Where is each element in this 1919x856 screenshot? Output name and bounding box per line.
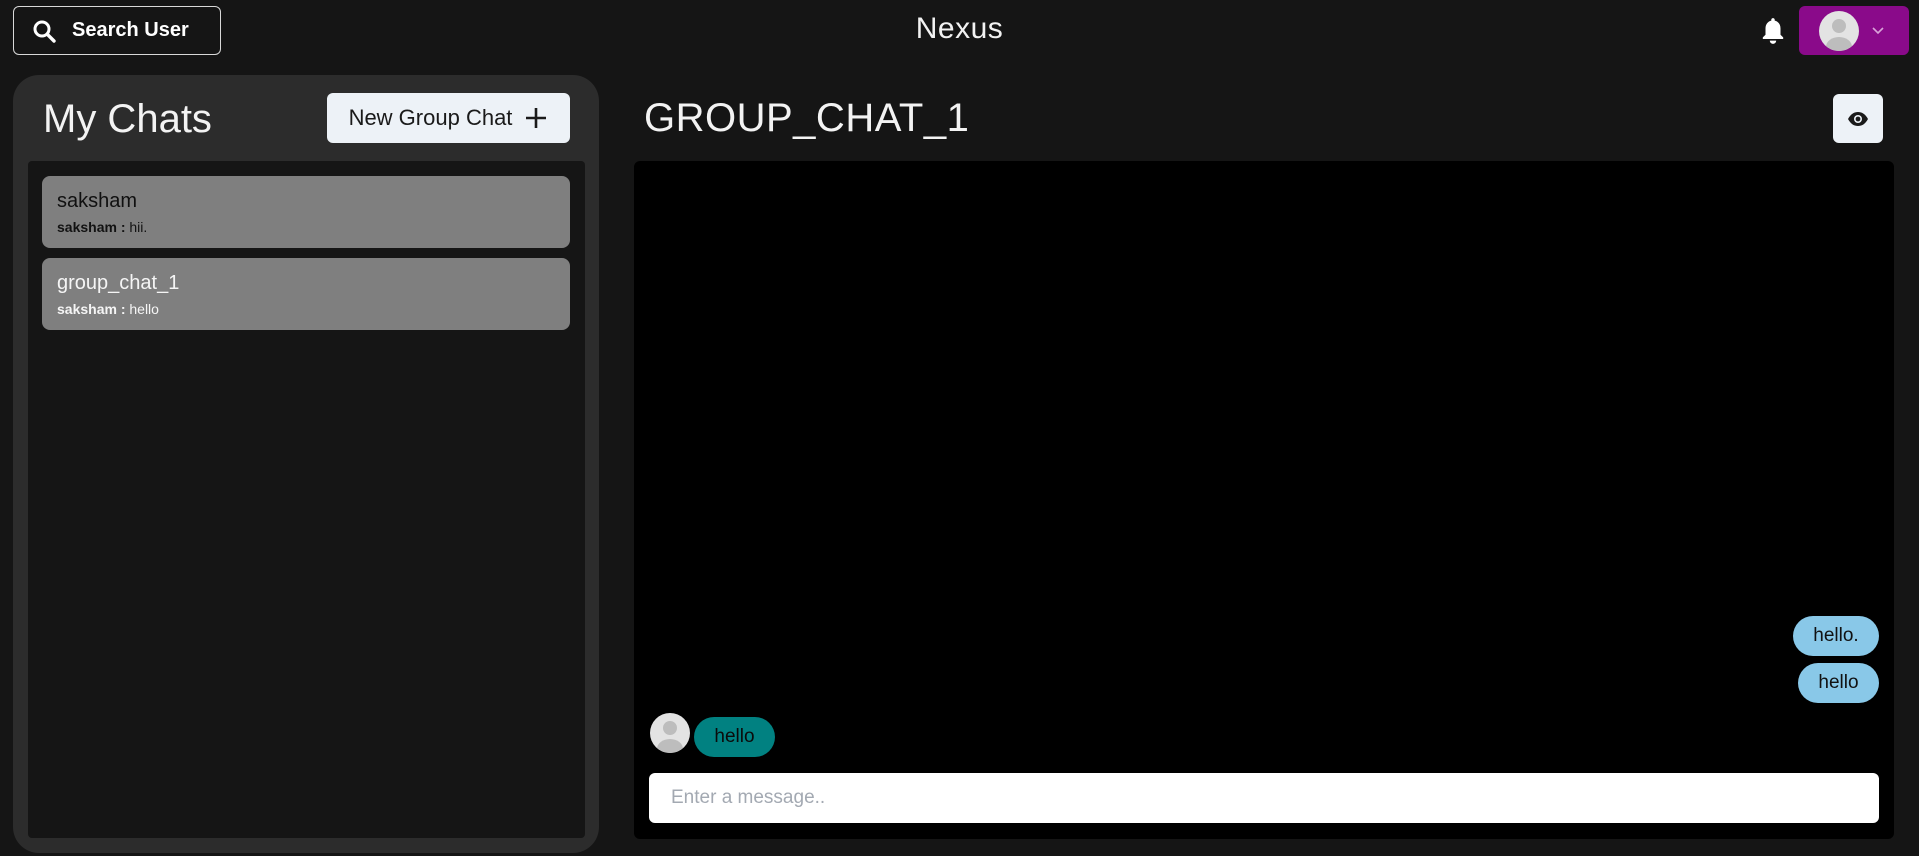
chat-last-message: saksham : hii. [57, 219, 555, 235]
chat-list-item[interactable]: saksham saksham : hii. [42, 176, 570, 248]
user-avatar [1819, 10, 1859, 51]
view-group-details-button[interactable] [1833, 94, 1883, 143]
chat-last-sender: saksham : [57, 219, 126, 235]
sender-avatar [650, 713, 690, 753]
search-icon [33, 20, 56, 43]
app-title: Nexus [915, 12, 1004, 45]
search-user-button[interactable]: Search User [13, 6, 221, 55]
eye-icon [1848, 111, 1868, 126]
message-bubble-sent: hello. [1793, 616, 1879, 656]
chat-last-text: hello [129, 301, 159, 317]
top-bar: Search User Nexus [0, 0, 1919, 64]
conversation-title: GROUP_CHAT_1 [644, 96, 970, 140]
chat-list-item-active[interactable]: group_chat_1 saksham : hello [42, 258, 570, 330]
message-input[interactable] [649, 773, 1879, 823]
message-bubble-received: hello [694, 717, 775, 757]
chevron-down-icon [1872, 26, 1884, 34]
search-user-label: Search User [72, 19, 189, 41]
chat-last-text: hii. [129, 219, 148, 235]
message-bubble-sent: hello [1798, 663, 1879, 703]
new-group-chat-label: New Group Chat [348, 105, 513, 130]
my-chats-panel: My Chats New Group Chat saksham saksham … [13, 75, 599, 853]
bell-icon[interactable] [1760, 16, 1786, 46]
chat-name: saksham [57, 190, 138, 212]
chat-name: group_chat_1 [57, 272, 180, 294]
plus-icon [526, 108, 547, 128]
profile-menu-button[interactable] [1799, 6, 1909, 55]
my-chats-heading: My Chats [43, 97, 212, 141]
new-group-chat-button[interactable]: New Group Chat [327, 93, 570, 143]
chat-last-sender: saksham : [57, 301, 126, 317]
chat-list: saksham saksham : hii. group_chat_1 saks… [28, 161, 585, 838]
chat-last-message: saksham : hello [57, 301, 555, 317]
messages-area: hello. hello hello [634, 161, 1894, 839]
